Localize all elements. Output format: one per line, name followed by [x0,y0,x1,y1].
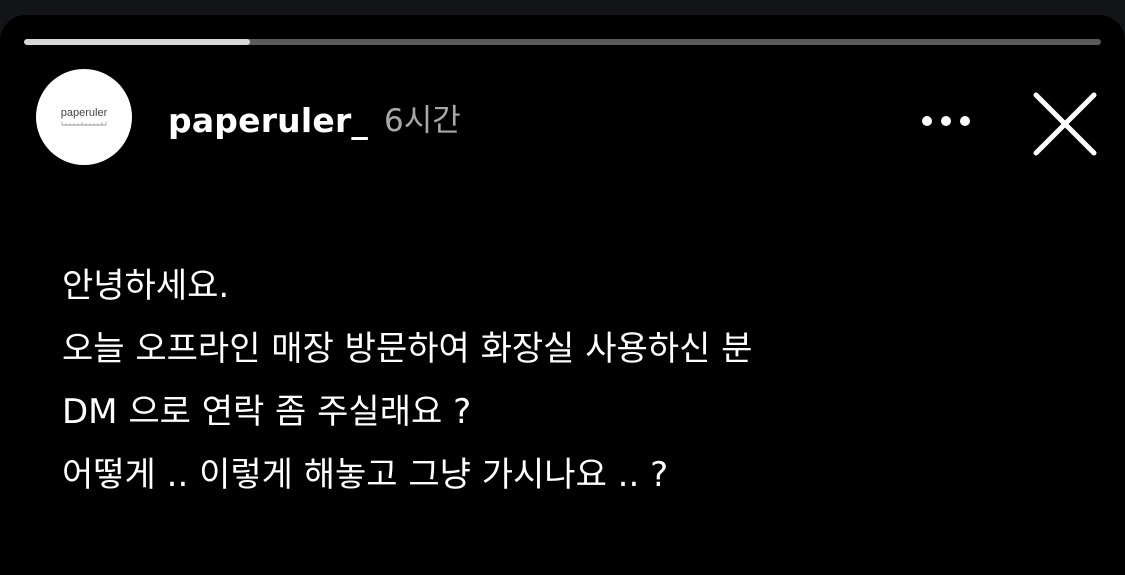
username-link[interactable]: paperuler_ [168,101,368,141]
message-line-1: 안녕하세요. [62,266,230,306]
avatar[interactable]: paperuler [36,69,132,165]
close-button[interactable] [1028,87,1102,161]
story-viewer[interactable]: paperuler paperuler_ 6시간 안녕하세요. 오늘 오프라인 … [0,15,1125,575]
message-line-2: 오늘 오프라인 매장 방문하여 화장실 사용하신 분 [62,329,753,369]
story-progress-fill [24,39,251,45]
message-line-3: DM 으로 연락 좀 주실래요 ? [62,392,472,432]
dot-2 [941,116,951,126]
story-progress-bar [24,39,1101,45]
dot-1 [922,116,932,126]
post-time: 6시간 [384,103,461,139]
dot-3 [960,116,970,126]
svg-text:paperuler: paperuler [61,107,108,119]
story-message: 안녕하세요. 오늘 오프라인 매장 방문하여 화장실 사용하신 분 DM 으로 … [62,255,752,507]
message-line-4: 어떻게 .. 이렇게 해놓고 그냥 가시나요 .. ? [62,455,669,495]
close-icon [1033,92,1097,156]
paperuler-logo: paperuler [61,107,108,126]
more-options-button[interactable] [916,103,976,139]
